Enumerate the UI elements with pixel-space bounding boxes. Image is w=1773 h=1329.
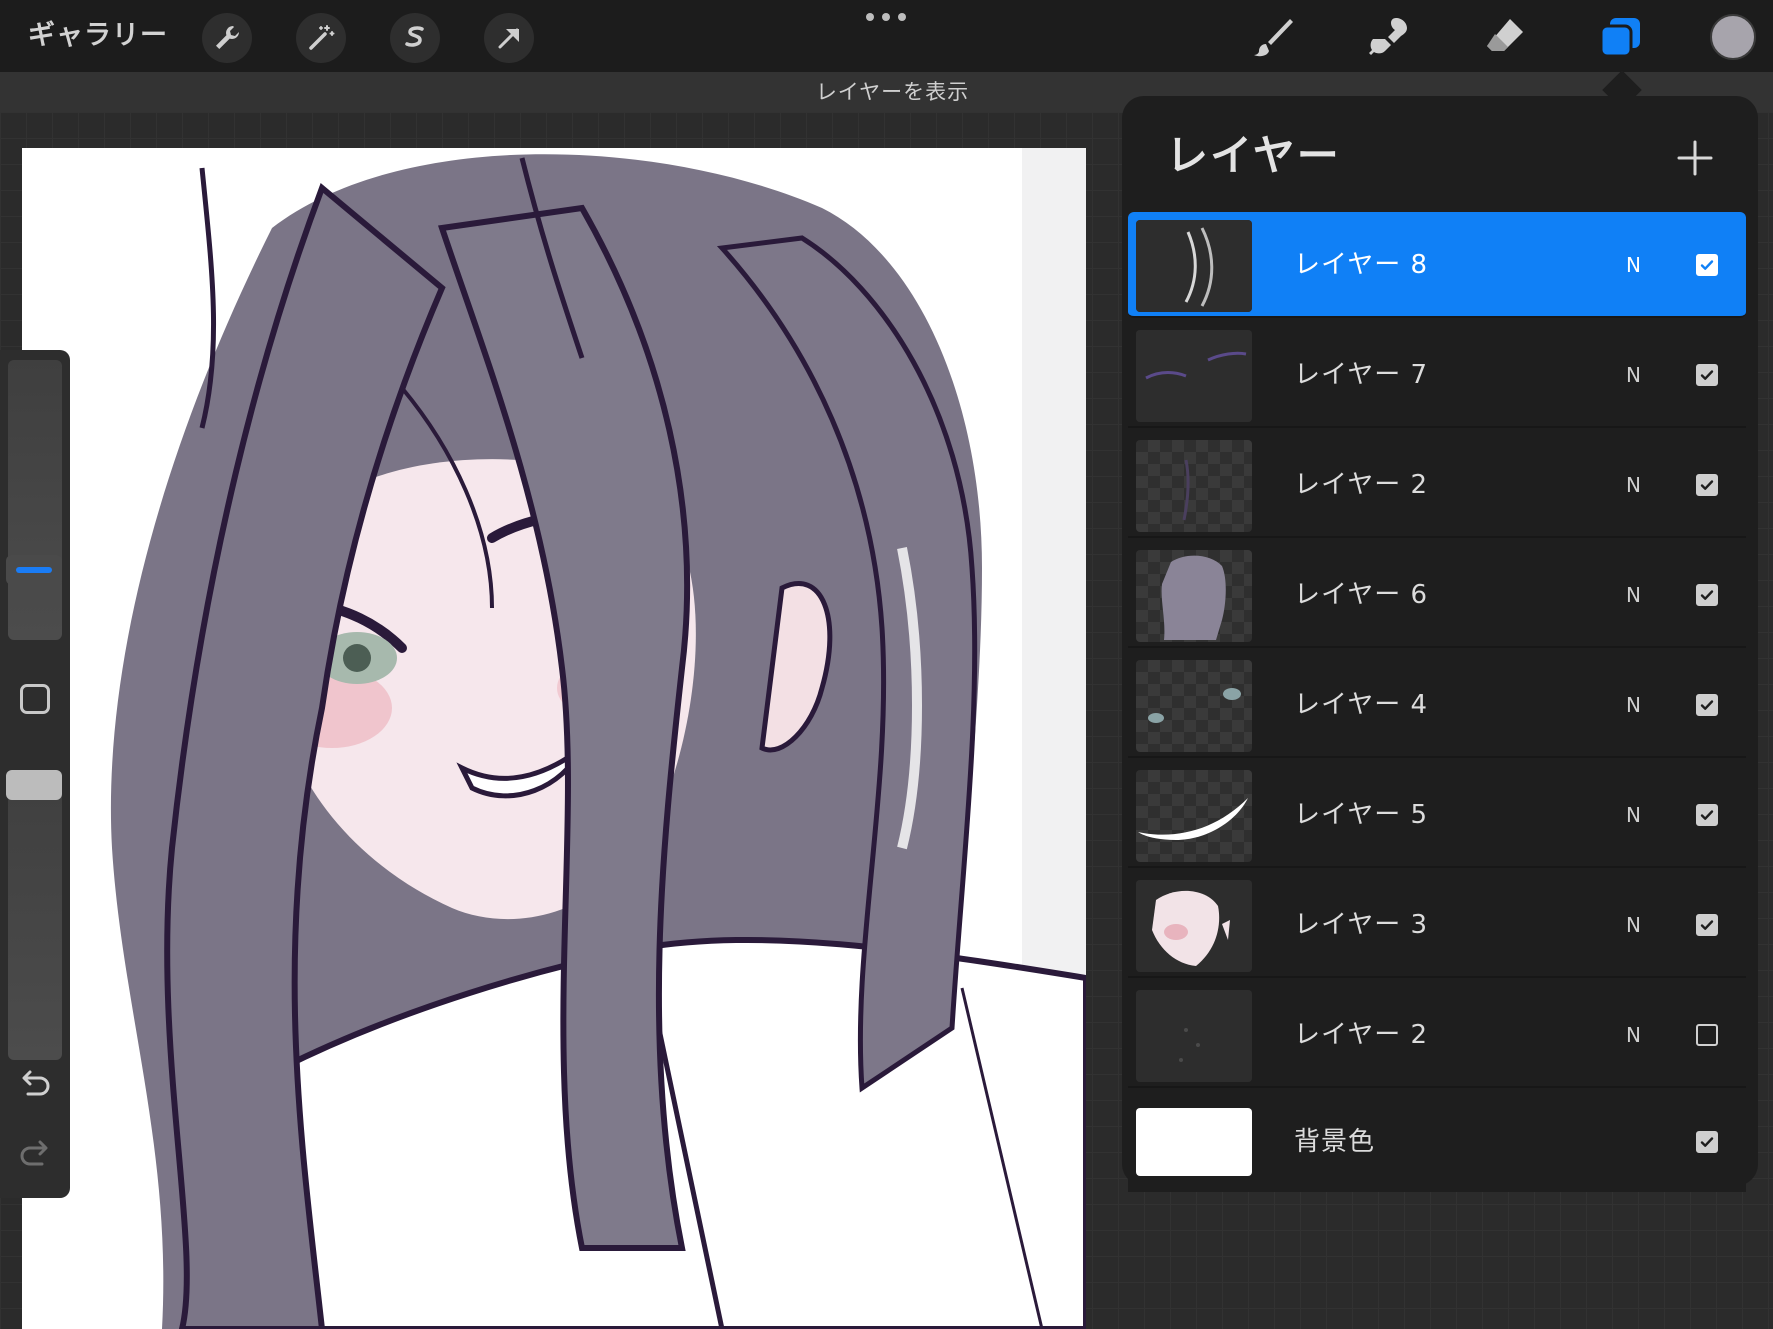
modify-square-icon[interactable] bbox=[20, 684, 50, 714]
layer-name: レイヤー 5 bbox=[1294, 800, 1429, 830]
layer-visibility-checkbox[interactable] bbox=[1696, 694, 1718, 716]
layer-visibility-checkbox[interactable] bbox=[1696, 364, 1718, 386]
eraser-icon[interactable] bbox=[1480, 12, 1530, 62]
top-toolbar: ギャラリー bbox=[0, 0, 1773, 72]
layer-row[interactable]: レイヤー 4 N bbox=[1128, 652, 1746, 758]
magic-wand-icon[interactable] bbox=[296, 13, 346, 63]
layers-panel: レイヤー レイヤー 8 N レイヤー 7 N レイヤー 2 N レイヤー 6 N… bbox=[1122, 96, 1758, 1192]
brush-icon[interactable] bbox=[1248, 12, 1298, 62]
layer-visibility-checkbox[interactable] bbox=[1696, 474, 1718, 496]
blend-mode-button[interactable]: N bbox=[1626, 762, 1641, 868]
layer-row[interactable]: レイヤー 2 N bbox=[1128, 432, 1746, 538]
layer-name: レイヤー 2 bbox=[1294, 1020, 1429, 1050]
artwork-illustration bbox=[110, 148, 1086, 1329]
layer-thumbnail bbox=[1136, 770, 1252, 862]
layer-row[interactable]: レイヤー 2 N bbox=[1128, 982, 1746, 1088]
brush-size-handle[interactable] bbox=[6, 555, 62, 585]
layer-row[interactable]: レイヤー 6 N bbox=[1128, 542, 1746, 648]
layer-visibility-checkbox[interactable] bbox=[1696, 1024, 1718, 1046]
more-options-icon[interactable] bbox=[866, 10, 906, 24]
blend-mode-button[interactable]: N bbox=[1626, 322, 1641, 428]
layer-row[interactable]: レイヤー 7 N bbox=[1128, 322, 1746, 428]
blend-mode-button[interactable]: N bbox=[1626, 652, 1641, 758]
blend-mode-button[interactable]: N bbox=[1626, 872, 1641, 978]
blend-mode-button[interactable]: N bbox=[1626, 432, 1641, 538]
blend-mode-button[interactable]: N bbox=[1626, 212, 1641, 318]
layer-name: レイヤー 4 bbox=[1294, 690, 1429, 720]
brush-opacity-slider[interactable] bbox=[8, 770, 62, 1060]
undo-icon[interactable] bbox=[16, 1066, 54, 1104]
blend-mode-button[interactable]: N bbox=[1626, 542, 1641, 648]
selection-icon[interactable] bbox=[390, 13, 440, 63]
gallery-button[interactable]: ギャラリー bbox=[28, 18, 168, 54]
transform-arrow-icon[interactable] bbox=[484, 13, 534, 63]
color-picker-swatch[interactable] bbox=[1710, 14, 1756, 60]
layer-visibility-checkbox[interactable] bbox=[1696, 914, 1718, 936]
layers-icon[interactable] bbox=[1596, 12, 1646, 62]
layer-name: レイヤー 7 bbox=[1294, 360, 1429, 390]
layer-thumbnail bbox=[1136, 990, 1252, 1082]
layer-visibility-checkbox[interactable] bbox=[1696, 254, 1718, 276]
layer-thumbnail bbox=[1136, 330, 1252, 422]
brush-size-slider[interactable] bbox=[8, 360, 62, 640]
layer-name: レイヤー 3 bbox=[1294, 910, 1429, 940]
drawing-canvas[interactable] bbox=[22, 148, 1086, 1329]
layer-thumbnail bbox=[1136, 440, 1252, 532]
smudge-icon[interactable] bbox=[1364, 12, 1414, 62]
left-sidebar bbox=[0, 350, 70, 1198]
layer-name: レイヤー 8 bbox=[1294, 250, 1429, 280]
layer-visibility-checkbox[interactable] bbox=[1696, 1131, 1718, 1153]
layer-row[interactable]: 背景色 bbox=[1128, 1092, 1746, 1192]
brush-opacity-handle[interactable] bbox=[6, 770, 62, 800]
layer-visibility-checkbox[interactable] bbox=[1696, 584, 1718, 606]
layer-thumbnail bbox=[1136, 1108, 1252, 1176]
layer-name: レイヤー 2 bbox=[1294, 470, 1429, 500]
layer-thumbnail bbox=[1136, 880, 1252, 972]
layer-row[interactable]: レイヤー 8 N bbox=[1128, 212, 1746, 318]
layer-visibility-checkbox[interactable] bbox=[1696, 804, 1718, 826]
layer-thumbnail bbox=[1136, 550, 1252, 642]
layer-name: レイヤー 6 bbox=[1294, 580, 1429, 610]
layer-thumbnail bbox=[1136, 660, 1252, 752]
layer-name: 背景色 bbox=[1294, 1127, 1376, 1157]
plus-icon[interactable] bbox=[1673, 136, 1717, 180]
layer-row[interactable]: レイヤー 3 N bbox=[1128, 872, 1746, 978]
layers-panel-title: レイヤー bbox=[1166, 131, 1341, 180]
blend-mode-button[interactable]: N bbox=[1626, 982, 1641, 1088]
layer-row[interactable]: レイヤー 5 N bbox=[1128, 762, 1746, 868]
layer-thumbnail bbox=[1136, 220, 1252, 312]
redo-icon[interactable] bbox=[16, 1136, 54, 1174]
wrench-icon[interactable] bbox=[202, 13, 252, 63]
